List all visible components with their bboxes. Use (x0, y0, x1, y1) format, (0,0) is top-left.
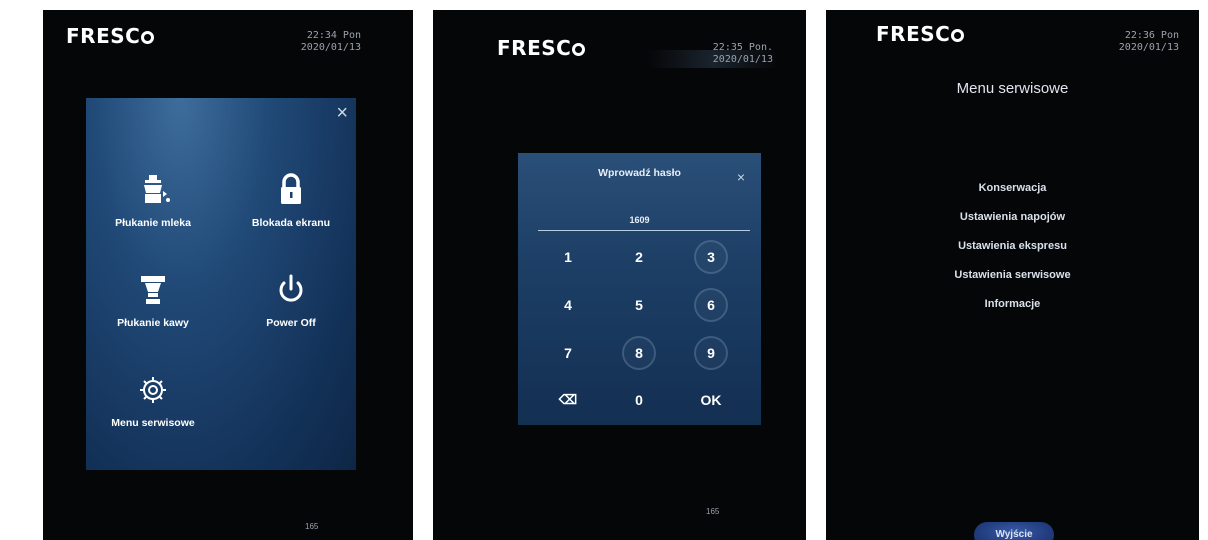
service-menu-label: Menu serwisowe (111, 417, 195, 429)
power-icon (279, 274, 303, 302)
exit-button[interactable]: Wyjście (974, 522, 1054, 540)
clock: 22:35 Pon. 2020/01/13 (713, 42, 773, 66)
ok-key[interactable]: OK (694, 383, 728, 417)
logo-o-icon (951, 29, 965, 42)
screen-password: FRESC 22:35 Pon. 2020/01/13 Wprowadź has… (433, 10, 806, 540)
logo-text: FRESC (876, 22, 951, 46)
key-4[interactable]: 4 (551, 288, 585, 322)
logo-o-icon (572, 43, 586, 56)
power-off-button[interactable]: Power Off (231, 273, 351, 331)
key-0[interactable]: 0 (622, 383, 656, 417)
quick-menu-panel: × Płukanie mleka Blokada ekranu Płukanie… (86, 98, 356, 470)
key-8[interactable]: 8 (622, 336, 656, 370)
key-1[interactable]: 1 (551, 240, 585, 274)
date-text: 2020/01/13 (1118, 42, 1179, 53)
footer-code: 165 (305, 522, 319, 531)
footer-code: 165 (706, 507, 720, 516)
clock: 22:36 Pon 2020/01/13 (1119, 30, 1179, 54)
menu-item-ustawienia-napojow[interactable]: Ustawienia napojów (826, 211, 1199, 223)
password-underline (538, 230, 750, 231)
key-3[interactable]: 3 (694, 240, 728, 274)
time-text: 22:34 Pon (306, 30, 361, 41)
key-5[interactable]: 5 (622, 288, 656, 322)
key-2[interactable]: 2 (622, 240, 656, 274)
clock: 22:34 Pon 2020/01/13 (301, 30, 361, 54)
menu-item-informacje[interactable]: Informacje (826, 298, 1199, 310)
password-dialog: Wprowadź hasło × 1609 1 2 3 4 5 6 7 8 9 … (518, 153, 761, 425)
date-text: 2020/01/13 (300, 42, 361, 53)
key-9[interactable]: 9 (694, 336, 728, 370)
dialog-title: Wprowadź hasło (598, 167, 681, 179)
screen-service-menu: FRESC 22:36 Pon 2020/01/13 Menu serwisow… (826, 10, 1199, 540)
backspace-key[interactable]: ⌫ (551, 383, 585, 417)
key-6[interactable]: 6 (694, 288, 728, 322)
key-7[interactable]: 7 (551, 336, 585, 370)
logo-text: FRESC (66, 24, 141, 48)
screen-lock-button[interactable]: Blokada ekranu (231, 173, 351, 231)
coffee-rinse-button[interactable]: Płukanie kawy (93, 273, 213, 331)
brand-logo: FRESC (876, 22, 965, 46)
time-text: 22:35 Pon. (712, 42, 773, 53)
milk-rinse-label: Płukanie mleka (115, 217, 191, 229)
gear-icon (140, 377, 166, 403)
coffee-rinse-icon (141, 276, 165, 304)
power-off-label: Power Off (266, 317, 316, 329)
close-icon[interactable]: × (737, 169, 745, 185)
screen-quick-menu: FRESC 22:34 Pon 2020/01/13 × Płukanie ml… (43, 10, 413, 540)
service-menu-button[interactable]: Menu serwisowe (93, 373, 213, 431)
password-field[interactable]: 1609 (518, 215, 761, 225)
brand-logo: FRESC (497, 36, 586, 60)
close-icon[interactable]: × (336, 102, 348, 125)
logo-o-icon (141, 31, 155, 44)
menu-item-ustawienia-ekspresu[interactable]: Ustawienia ekspresu (826, 240, 1199, 252)
brand-logo: FRESC (66, 24, 155, 48)
milk-rinse-icon (144, 175, 170, 203)
menu-item-konserwacja[interactable]: Konserwacja (826, 182, 1199, 194)
coffee-rinse-label: Płukanie kawy (117, 317, 189, 329)
page-title: Menu serwisowe (956, 80, 1069, 97)
menu-item-ustawienia-serwisowe[interactable]: Ustawienia serwisowe (826, 269, 1199, 281)
date-text: 2020/01/13 (712, 54, 773, 65)
screen-lock-label: Blokada ekranu (251, 217, 331, 229)
time-text: 22:36 Pon (1124, 30, 1179, 41)
logo-text: FRESC (497, 36, 572, 60)
milk-rinse-button[interactable]: Płukanie mleka (93, 173, 213, 231)
lock-icon (281, 173, 301, 204)
